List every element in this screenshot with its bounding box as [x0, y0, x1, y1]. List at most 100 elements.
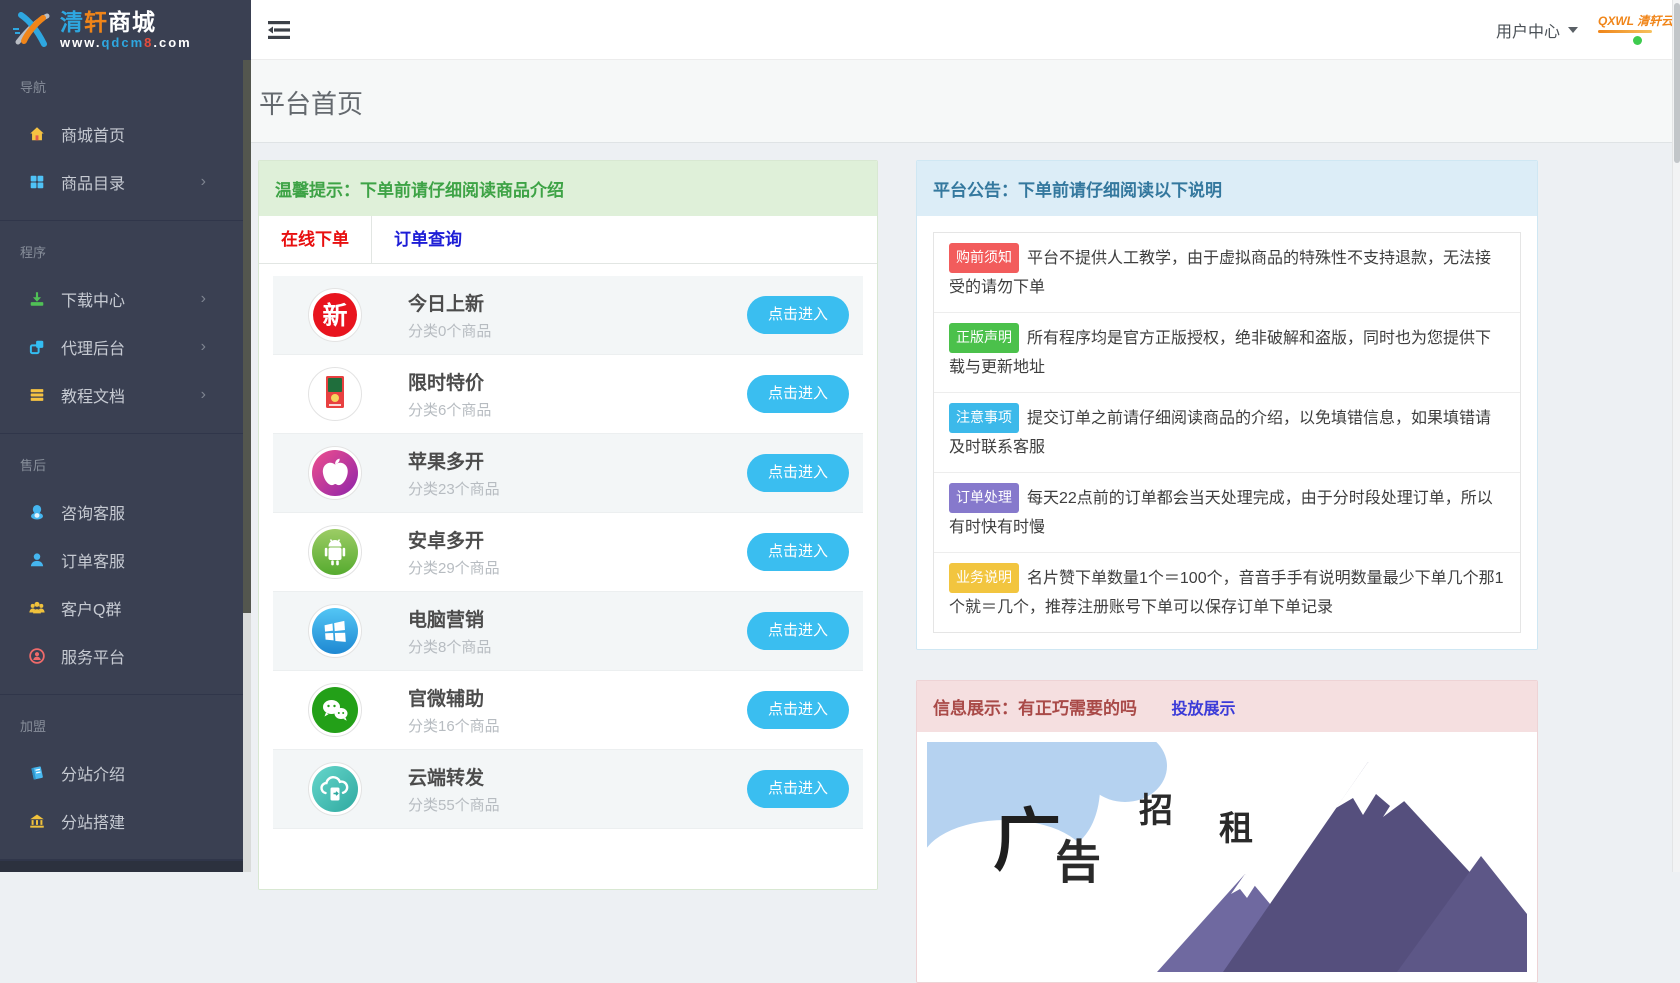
users-group-icon — [28, 599, 46, 617]
announcement-text: 所有程序均是官方正版授权，绝非破解和盗版，同时也为您提供下载与更新地址 — [949, 330, 1491, 376]
brand-name: 清轩商城 www.qdcm8.com — [60, 10, 192, 50]
sidebar-item-substation-intro[interactable]: 分站介绍 — [0, 749, 251, 797]
apple-icon — [308, 446, 362, 500]
book-icon — [28, 764, 46, 782]
category-subtitle: 分类55个商品 — [408, 794, 747, 815]
page-title: 平台首页 — [259, 84, 1672, 121]
badge-order-processing: 订单处理 — [949, 483, 1019, 513]
sidebar-item-agent-backend[interactable]: 代理后台 › — [0, 323, 251, 371]
wechat-icon — [308, 683, 362, 737]
category-row-apple-multi[interactable]: 苹果多开 分类23个商品 点击进入 — [273, 434, 863, 513]
user-center-dropdown[interactable]: 用户中心 — [1496, 18, 1578, 42]
topbar: 用户中心 QXWL 清轩云 — [251, 0, 1672, 60]
sidebar-item-download-center[interactable]: 下载中心 › — [0, 275, 251, 323]
enter-category-button[interactable]: 点击进入 — [747, 533, 849, 571]
sidebar-scrollbar[interactable] — [243, 60, 251, 872]
announcement-panel-header: 平台公告：下单前请仔细阅读以下说明 — [917, 161, 1537, 216]
announcement-text: 提交订单之前请仔细阅读商品的介绍，以免填错信息，如果填错请及时联系客服 — [949, 410, 1491, 456]
category-subtitle: 分类16个商品 — [408, 715, 747, 736]
category-row-cloud-forward[interactable]: 云端转发 分类55个商品 点击进入 — [273, 750, 863, 829]
enter-category-button[interactable]: 点击进入 — [747, 454, 849, 492]
online-status-dot — [1633, 36, 1642, 45]
category-list: 新 今日上新 分类0个商品 点击进入 限时特价 分类6个商品 — [259, 264, 877, 889]
category-row-pc-marketing[interactable]: 电脑营销 分类8个商品 点击进入 — [273, 592, 863, 671]
sidebar-item-product-catalog[interactable]: 商品目录 › — [0, 158, 251, 206]
tab-order-query[interactable]: 订单查询 — [372, 216, 484, 263]
place-ad-link[interactable]: 投放展示 — [1171, 701, 1235, 718]
category-panel: 温馨提示：下单前请仔细阅读商品介绍 在线下单 订单查询 新 今日上新 分类0个商… — [258, 160, 878, 890]
chevron-right-icon: › — [201, 338, 206, 356]
cloud-forward-icon — [308, 762, 362, 816]
brand-char-2: 轩 — [84, 9, 108, 35]
chevron-right-icon: › — [201, 386, 206, 404]
category-title: 苹果多开 — [408, 447, 747, 474]
category-panel-header: 温馨提示：下单前请仔细阅读商品介绍 — [259, 161, 877, 216]
chevron-right-icon: › — [201, 173, 206, 191]
sidebar-section-nav: 导航 — [0, 66, 251, 110]
sidebar-item-consult-service[interactable]: 咨询客服 — [0, 488, 251, 536]
category-subtitle: 分类8个商品 — [408, 636, 747, 657]
announcement-list: 购前须知平台不提供人工教学，由于虚拟商品的特殊性不支持退款，无法接受的请勿下单 … — [933, 232, 1521, 633]
page-scrollbar[interactable] — [1672, 0, 1680, 872]
enter-category-button[interactable]: 点击进入 — [747, 612, 849, 650]
info-display-panel: 信息展示：有正巧需要的吗 投放展示 广 — [916, 680, 1538, 983]
enter-category-button[interactable]: 点击进入 — [747, 691, 849, 729]
sidebar-item-service-platform[interactable]: 服务平台 — [0, 632, 251, 680]
sidebar-section-aftersales: 售后 — [0, 444, 251, 488]
category-subtitle: 分类23个商品 — [408, 478, 747, 499]
badge-attention: 注意事项 — [949, 403, 1019, 433]
ad-char-zhao: 招 — [1139, 792, 1173, 830]
ad-char-gao: 告 — [1055, 837, 1101, 888]
sidebar-section-programs: 程序 — [0, 231, 251, 275]
category-row-android-multi[interactable]: 安卓多开 分类29个商品 点击进入 — [273, 513, 863, 592]
badge-business-note: 业务说明 — [949, 563, 1019, 593]
sidebar-item-substation-build[interactable]: 分站搭建 — [0, 797, 251, 845]
announcement-text: 名片赞下单数量1个＝100个，音音手手有说明数量最少下单几个那1个就＝几个，推荐… — [949, 570, 1504, 616]
sidebar-footer — [0, 860, 243, 872]
sidebar-scrollbar-thumb[interactable] — [243, 60, 251, 613]
tab-online-order[interactable]: 在线下单 — [259, 216, 372, 263]
sidebar-divider — [0, 694, 251, 695]
chevron-right-icon: › — [201, 290, 206, 308]
category-title: 官微辅助 — [408, 684, 747, 711]
enter-category-button[interactable]: 点击进入 — [747, 770, 849, 808]
list-icon — [28, 386, 46, 404]
brand-logo[interactable]: 清轩商城 www.qdcm8.com — [0, 0, 251, 60]
category-title: 今日上新 — [408, 289, 747, 316]
sidebar: 清轩商城 www.qdcm8.com 导航 商城首页 商品目录 › 程序 — [0, 0, 251, 872]
enter-category-button[interactable]: 点击进入 — [747, 375, 849, 413]
service-person-icon — [28, 647, 46, 665]
announcement-item: 注意事项提交订单之前请仔细阅读商品的介绍，以免填错信息，如果填错请及时联系客服 — [934, 392, 1520, 472]
sidebar-item-customer-qq-group[interactable]: 客户Q群 — [0, 584, 251, 632]
announcement-text: 每天22点前的订单都会当天处理完成，由于分时段处理订单，所以有时快有时慢 — [949, 490, 1493, 536]
sidebar-item-tutorial-docs[interactable]: 教程文档 › — [0, 371, 251, 419]
category-title: 安卓多开 — [408, 526, 747, 553]
ad-char-guang: 广 — [993, 803, 1061, 879]
category-tabbar: 在线下单 订单查询 — [259, 216, 877, 264]
category-title: 限时特价 — [408, 368, 747, 395]
new-badge-icon: 新 — [308, 288, 362, 342]
bank-icon — [28, 812, 46, 830]
category-row-today-new[interactable]: 新 今日上新 分类0个商品 点击进入 — [273, 276, 863, 355]
ad-char-zu: 租 — [1219, 810, 1253, 848]
enter-category-button[interactable]: 点击进入 — [747, 296, 849, 334]
chevron-down-icon — [1568, 27, 1578, 33]
sidebar-item-mall-home[interactable]: 商城首页 — [0, 110, 251, 158]
brand-url: www.qdcm8.com — [60, 35, 192, 50]
page-scrollbar-thumb[interactable] — [1674, 3, 1680, 163]
collapse-sidebar-icon[interactable] — [268, 20, 290, 40]
brand-chars-3: 商城 — [108, 9, 156, 35]
category-row-limited-sale[interactable]: 限时特价 分类6个商品 点击进入 — [273, 355, 863, 434]
sidebar-item-order-service[interactable]: 订单客服 — [0, 536, 251, 584]
category-row-wechat-assist[interactable]: 官微辅助 分类16个商品 点击进入 — [273, 671, 863, 750]
cloud-mini-logo[interactable]: QXWL 清轩云 — [1598, 10, 1656, 50]
ad-banner-image[interactable]: 广 告 招 租 — [927, 742, 1527, 972]
home-icon — [28, 125, 46, 143]
category-subtitle: 分类29个商品 — [408, 557, 747, 578]
sidebar-section-join: 加盟 — [0, 705, 251, 749]
category-title: 云端转发 — [408, 763, 747, 790]
svg-text:新: 新 — [322, 301, 347, 330]
category-subtitle: 分类0个商品 — [408, 320, 747, 341]
announcement-item: 正版声明所有程序均是官方正版授权，绝非破解和盗版，同时也为您提供下载与更新地址 — [934, 312, 1520, 392]
user-center-label: 用户中心 — [1496, 18, 1560, 42]
